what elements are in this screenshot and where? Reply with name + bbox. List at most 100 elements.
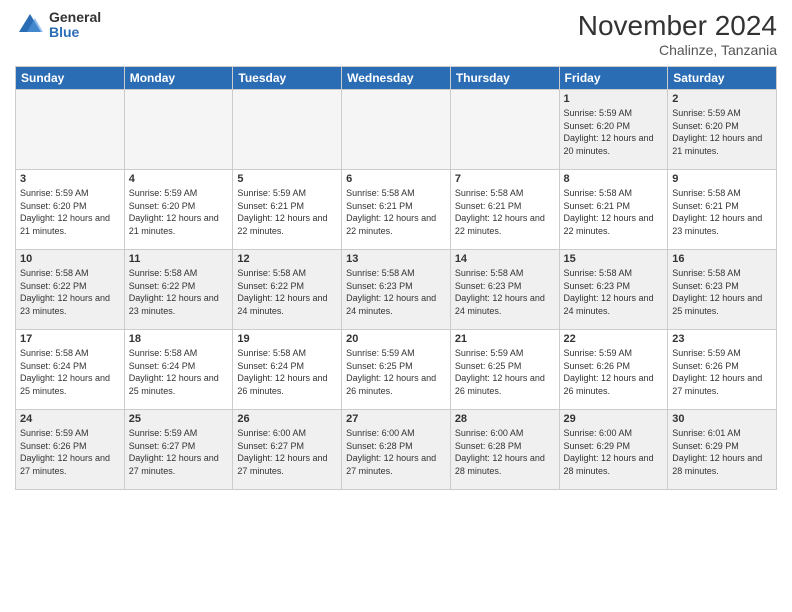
day-info: Sunrise: 5:58 AMSunset: 6:24 PMDaylight:…: [237, 347, 337, 397]
table-row: 14 Sunrise: 5:58 AMSunset: 6:23 PMDayligh…: [450, 250, 559, 330]
day-number: 28: [455, 413, 555, 425]
day-info: Sunrise: 5:59 AMSunset: 6:25 PMDaylight:…: [346, 347, 446, 397]
day-number: 2: [672, 93, 772, 105]
day-number: 18: [129, 333, 229, 345]
day-number: 30: [672, 413, 772, 425]
table-row: 11 Sunrise: 5:58 AMSunset: 6:22 PMDayligh…: [124, 250, 233, 330]
day-info: Sunrise: 6:00 AMSunset: 6:29 PMDaylight:…: [564, 427, 664, 477]
table-row: 15Sunrise: 5:58 AMSunset: 6:23 PMDayligh…: [559, 250, 668, 330]
day-number: 16: [672, 253, 772, 265]
logo-general-text: General: [49, 10, 101, 25]
day-info: Sunrise: 5:58 AMSunset: 6:22 PMDaylight:…: [129, 267, 229, 317]
day-number: 5: [237, 173, 337, 185]
table-row: 3 Sunrise: 5:59 AMSunset: 6:20 PMDaylight…: [16, 170, 125, 250]
day-info: Sunrise: 5:58 AMSunset: 6:21 PMDaylight:…: [672, 187, 772, 237]
calendar: Sunday Monday Tuesday Wednesday Thursday…: [15, 66, 777, 490]
table-row: 1Sunrise: 5:59 AMSunset: 6:20 PMDaylight…: [559, 90, 668, 170]
table-row: [124, 90, 233, 170]
day-info: Sunrise: 5:58 AMSunset: 6:24 PMDaylight:…: [129, 347, 229, 397]
day-number: 12: [237, 253, 337, 265]
table-row: 24Sunrise: 5:59 AMSunset: 6:26 PMDayligh…: [16, 410, 125, 490]
table-row: 7 Sunrise: 5:58 AMSunset: 6:21 PMDaylight…: [450, 170, 559, 250]
table-row: 4 Sunrise: 5:59 AMSunset: 6:20 PMDaylight…: [124, 170, 233, 250]
calendar-week-row: 1 Sunrise: 5:59 AMSunset: 6:20 PMDaylight…: [16, 90, 777, 170]
day-info: Sunrise: 5:59 AMSunset: 6:20 PMDaylight:…: [129, 187, 229, 237]
day-number: 8: [564, 173, 664, 185]
table-row: 5Sunrise: 5:59 AMSunset: 6:21 PMDaylight…: [233, 170, 342, 250]
col-sunday: Sunday: [16, 67, 125, 90]
day-number: 11: [129, 253, 229, 265]
day-number: 4: [129, 173, 229, 185]
col-monday: Monday: [124, 67, 233, 90]
day-info: Sunrise: 5:59 AMSunset: 6:26 PMDaylight:…: [564, 347, 664, 397]
logo-blue-text: Blue: [49, 25, 101, 40]
title-section: November 2024 Chalinze, Tanzania: [578, 10, 777, 58]
col-saturday: Saturday: [668, 67, 777, 90]
table-row: 19 Sunrise: 5:58 AMSunset: 6:24 PMDayligh…: [233, 330, 342, 410]
day-info: Sunrise: 5:58 AMSunset: 6:24 PMDaylight:…: [20, 347, 120, 397]
day-number: 24: [20, 413, 120, 425]
calendar-week-row: 24Sunrise: 5:59 AMSunset: 6:26 PMDayligh…: [16, 410, 777, 490]
table-row: 10 Sunrise: 5:58 AMSunset: 6:22 PMDayligh…: [16, 250, 125, 330]
header: General Blue November 2024 Chalinze, Tan…: [15, 10, 777, 58]
location: Chalinze, Tanzania: [578, 42, 777, 58]
table-row: 9 Sunrise: 5:58 AMSunset: 6:21 PMDaylight…: [668, 170, 777, 250]
day-info: Sunrise: 5:58 AMSunset: 6:23 PMDaylight:…: [346, 267, 446, 317]
table-row: [342, 90, 451, 170]
table-row: 12Sunrise: 5:58 AMSunset: 6:22 PMDayligh…: [233, 250, 342, 330]
day-number: 17: [20, 333, 120, 345]
table-row: [233, 90, 342, 170]
table-row: 13 Sunrise: 5:58 AMSunset: 6:23 PMDayligh…: [342, 250, 451, 330]
table-row: 26 Sunrise: 6:00 AMSunset: 6:27 PMDayligh…: [233, 410, 342, 490]
day-number: 29: [564, 413, 664, 425]
day-number: 6: [346, 173, 446, 185]
day-info: Sunrise: 5:58 AMSunset: 6:21 PMDaylight:…: [455, 187, 555, 237]
day-number: 27: [346, 413, 446, 425]
day-info: Sunrise: 5:58 AMSunset: 6:23 PMDaylight:…: [564, 267, 664, 317]
day-info: Sunrise: 5:58 AMSunset: 6:23 PMDaylight:…: [672, 267, 772, 317]
col-wednesday: Wednesday: [342, 67, 451, 90]
calendar-week-row: 3 Sunrise: 5:59 AMSunset: 6:20 PMDaylight…: [16, 170, 777, 250]
day-number: 7: [455, 173, 555, 185]
table-row: 2 Sunrise: 5:59 AMSunset: 6:20 PMDaylight…: [668, 90, 777, 170]
day-number: 22: [564, 333, 664, 345]
day-number: 23: [672, 333, 772, 345]
table-row: 25Sunrise: 5:59 AMSunset: 6:27 PMDayligh…: [124, 410, 233, 490]
day-number: 14: [455, 253, 555, 265]
table-row: 22 Sunrise: 5:59 AMSunset: 6:26 PMDayligh…: [559, 330, 668, 410]
day-info: Sunrise: 5:59 AMSunset: 6:25 PMDaylight:…: [455, 347, 555, 397]
table-row: 8 Sunrise: 5:58 AMSunset: 6:21 PMDaylight…: [559, 170, 668, 250]
day-info: Sunrise: 5:58 AMSunset: 6:21 PMDaylight:…: [564, 187, 664, 237]
day-number: 21: [455, 333, 555, 345]
day-info: Sunrise: 6:01 AMSunset: 6:29 PMDaylight:…: [672, 427, 772, 477]
calendar-week-row: 10 Sunrise: 5:58 AMSunset: 6:22 PMDayligh…: [16, 250, 777, 330]
table-row: 27 Sunrise: 6:00 AMSunset: 6:28 PMDayligh…: [342, 410, 451, 490]
col-thursday: Thursday: [450, 67, 559, 90]
day-number: 10: [20, 253, 120, 265]
day-number: 13: [346, 253, 446, 265]
day-info: Sunrise: 5:58 AMSunset: 6:22 PMDaylight:…: [20, 267, 120, 317]
table-row: 16 Sunrise: 5:58 AMSunset: 6:23 PMDayligh…: [668, 250, 777, 330]
day-info: Sunrise: 5:59 AMSunset: 6:27 PMDaylight:…: [129, 427, 229, 477]
table-row: 18 Sunrise: 5:58 AMSunset: 6:24 PMDayligh…: [124, 330, 233, 410]
day-number: 19: [237, 333, 337, 345]
col-tuesday: Tuesday: [233, 67, 342, 90]
col-friday: Friday: [559, 67, 668, 90]
day-info: Sunrise: 6:00 AMSunset: 6:27 PMDaylight:…: [237, 427, 337, 477]
day-info: Sunrise: 5:59 AMSunset: 6:20 PMDaylight:…: [672, 107, 772, 157]
day-number: 9: [672, 173, 772, 185]
day-number: 26: [237, 413, 337, 425]
table-row: 23Sunrise: 5:59 AMSunset: 6:26 PMDayligh…: [668, 330, 777, 410]
day-number: 1: [564, 93, 664, 105]
logo: General Blue: [15, 10, 101, 41]
day-info: Sunrise: 5:58 AMSunset: 6:21 PMDaylight:…: [346, 187, 446, 237]
day-info: Sunrise: 5:59 AMSunset: 6:20 PMDaylight:…: [20, 187, 120, 237]
table-row: 21 Sunrise: 5:59 AMSunset: 6:25 PMDayligh…: [450, 330, 559, 410]
day-info: Sunrise: 5:58 AMSunset: 6:23 PMDaylight:…: [455, 267, 555, 317]
table-row: 17 Sunrise: 5:58 AMSunset: 6:24 PMDayligh…: [16, 330, 125, 410]
page: General Blue November 2024 Chalinze, Tan…: [0, 0, 792, 612]
day-info: Sunrise: 6:00 AMSunset: 6:28 PMDaylight:…: [346, 427, 446, 477]
day-number: 20: [346, 333, 446, 345]
day-number: 3: [20, 173, 120, 185]
calendar-week-row: 17 Sunrise: 5:58 AMSunset: 6:24 PMDayligh…: [16, 330, 777, 410]
